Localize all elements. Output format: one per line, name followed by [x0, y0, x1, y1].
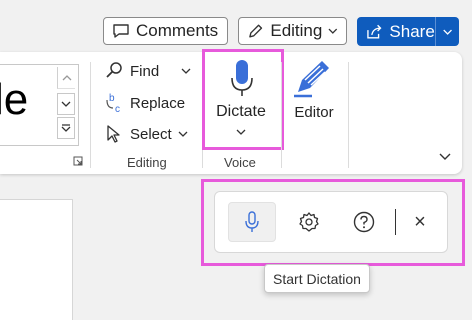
editor-label: Editor: [294, 104, 334, 121]
comments-label: Comments: [136, 21, 219, 40]
search-icon: [106, 62, 122, 78]
group-divider: [90, 62, 91, 168]
group-divider: [348, 62, 349, 168]
toolbar-divider: [395, 209, 396, 235]
chevron-down-icon: [178, 131, 188, 137]
style-preview: le: [0, 75, 29, 124]
gear-icon: [299, 212, 319, 232]
editor-button[interactable]: Editor: [286, 56, 342, 136]
svg-text:b: b: [109, 93, 115, 104]
chevron-down-icon: [61, 101, 71, 107]
styles-more-button[interactable]: [57, 117, 75, 139]
more-styles-icon: [61, 124, 71, 132]
comments-button[interactable]: Comments: [103, 17, 228, 45]
help-icon: [353, 211, 375, 233]
start-dictation-tooltip: Start Dictation: [264, 264, 370, 293]
close-dictation-button[interactable]: ×: [408, 208, 432, 236]
share-icon: [367, 24, 382, 38]
chevron-down-icon: [181, 68, 191, 74]
chevron-up-icon: [62, 75, 71, 81]
chevron-down-icon: [328, 28, 338, 34]
select-button[interactable]: Select: [104, 124, 188, 144]
select-label: Select: [130, 125, 172, 143]
svg-text:c: c: [115, 104, 120, 114]
replace-button[interactable]: b c Replace: [104, 92, 185, 114]
find-button[interactable]: Find: [104, 61, 191, 81]
replace-label: Replace: [130, 94, 186, 112]
replace-icon: b c: [106, 93, 120, 114]
comment-icon: [113, 24, 129, 38]
dictation-settings-button[interactable]: [295, 208, 323, 236]
microphone-icon: [245, 211, 259, 232]
editing-group-label: Editing: [127, 155, 167, 170]
share-button[interactable]: Share: [357, 17, 459, 46]
cursor-icon: [107, 125, 120, 143]
find-label: Find: [130, 62, 160, 80]
top-bar: Comments Editing Share: [0, 0, 472, 52]
share-chevron-down-icon[interactable]: [436, 27, 459, 37]
share-label: Share: [389, 21, 435, 41]
voice-group-label: Voice: [224, 155, 256, 170]
pencil-icon: [249, 24, 263, 38]
group-divider: [281, 62, 282, 168]
styles-dialog-launcher-icon[interactable]: [73, 156, 83, 166]
dictate-highlight-box: [202, 49, 284, 150]
dictation-help-button[interactable]: [350, 208, 378, 236]
styles-scroll-down-button[interactable]: [57, 93, 75, 115]
dictation-toolbar: ×: [214, 191, 448, 253]
styles-scroll-up-button[interactable]: [57, 67, 75, 89]
ribbon-collapse-chevron-icon[interactable]: [439, 152, 451, 161]
document-page[interactable]: [0, 199, 73, 320]
editing-mode-button[interactable]: Editing: [238, 17, 347, 45]
styles-gallery[interactable]: le: [0, 64, 79, 146]
editing-mode-label: Editing: [270, 21, 323, 40]
start-dictation-button[interactable]: [228, 202, 276, 242]
editor-pen-icon: [294, 61, 329, 98]
